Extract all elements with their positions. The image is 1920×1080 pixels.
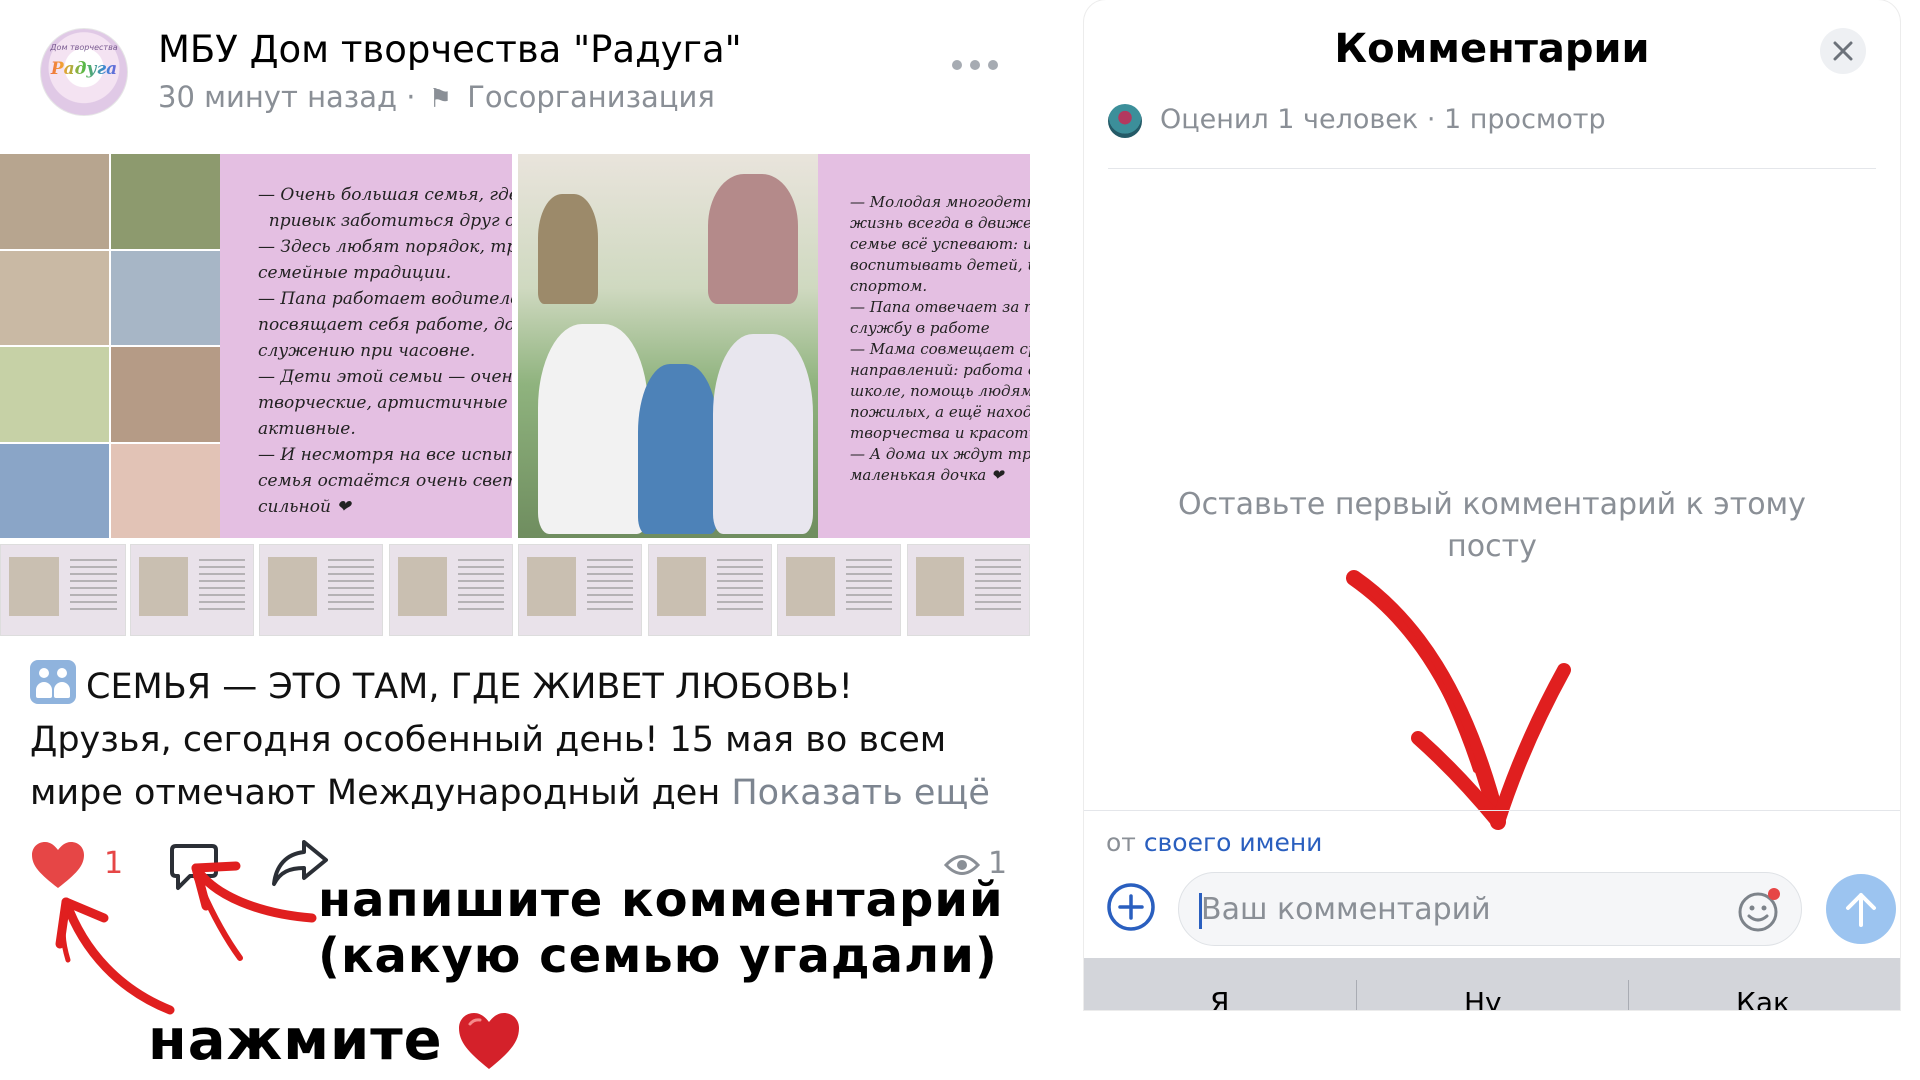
annotation-guess-family: (какую семью угадали) (318, 928, 998, 984)
sheet-title: Комментарии (1334, 26, 1650, 72)
post-time: 30 минут назад (158, 80, 398, 114)
post-photo-2[interactable]: — Молодая многодетная се жизнь всегда в … (518, 154, 1030, 538)
thumbnail[interactable] (389, 544, 513, 636)
heart-icon[interactable] (30, 840, 86, 890)
from-prefix: от (1106, 828, 1136, 857)
thumbnail-strip (0, 544, 1030, 636)
photo-text-panel: — Молодая многодетная се жизнь всегда в … (818, 154, 1030, 538)
close-button[interactable] (1820, 28, 1866, 74)
post-author[interactable]: МБУ Дом творчества "Радуга" (158, 28, 742, 71)
photo-1-text: — Очень большая семья, где ка привык заб… (258, 185, 512, 517)
more-icon[interactable] (952, 58, 998, 72)
thumbnail[interactable] (130, 544, 254, 636)
rated-count: Оценил 1 человек (1160, 104, 1419, 135)
close-icon (1833, 41, 1853, 61)
post-headline: СЕМЬЯ — ЭТО ТАМ, ГДЕ ЖИВЕТ ЛЮБОВЬ! (86, 667, 853, 707)
comment-as-link[interactable]: своего имени (1144, 828, 1323, 857)
arrow-up-icon (1846, 893, 1876, 927)
thumbnail[interactable] (907, 544, 1030, 636)
liker-avatar[interactable] (1108, 104, 1142, 138)
thumbnail[interactable] (259, 544, 383, 636)
keyboard-suggestion[interactable]: Я (1210, 986, 1229, 1010)
divider (1108, 168, 1876, 169)
post-text-line: СЕМЬЯ — ЭТО ТАМ, ГДЕ ЖИВЕТ ЛЮБОВЬ! (30, 660, 1010, 714)
keyboard-suggestions: Я Ну Как (1084, 958, 1900, 1010)
comment-as-label: от своего имени (1106, 828, 1322, 857)
post-meta: 30 минут назад · ⚑ Госорганизация (158, 80, 715, 114)
annotation-write-comment: напишите комментарий (318, 872, 1004, 928)
empty-comments-text: Оставьте первый комментарий к этому пост… (1178, 487, 1806, 564)
post-text-truncated: мире отмечают Международный ден (30, 773, 721, 813)
comment-input[interactable] (1178, 872, 1802, 946)
post-text: СЕМЬЯ — ЭТО ТАМ, ГДЕ ЖИВЕТ ЛЮБОВЬ! Друзь… (30, 660, 1010, 820)
views-count-text: 1 просмотр (1444, 104, 1606, 135)
post-text-line: Друзья, сегодня особенный день! 15 мая в… (30, 720, 947, 760)
flag-icon: ⚑ (428, 84, 453, 114)
thumbnail[interactable] (518, 544, 642, 636)
annotation-heart-icon (456, 1010, 522, 1072)
annotation-press: нажмите (148, 1008, 443, 1073)
avatar-logo-word: Радуга (41, 59, 127, 79)
family-icon (30, 660, 76, 704)
community-avatar[interactable]: Дом творчества Радуга (40, 28, 128, 116)
show-more-link[interactable]: Показать ещё (731, 773, 990, 813)
suggestion-separator (1628, 980, 1629, 1010)
thumbnail[interactable] (777, 544, 901, 636)
suggestion-separator (1356, 980, 1357, 1010)
thumbnail[interactable] (648, 544, 772, 636)
plus-circle-icon[interactable] (1106, 882, 1156, 932)
photo-2-text: — Молодая многодетная се жизнь всегда в … (850, 193, 1030, 484)
photo-collage (0, 154, 220, 538)
org-type: Госорганизация (467, 80, 715, 114)
photo-drawing (518, 154, 818, 538)
keyboard-suggestion[interactable]: Как (1736, 986, 1790, 1010)
like-count: 1 (104, 846, 124, 881)
post-text-line: мире отмечают Международный ден Показать… (30, 767, 1010, 820)
post-card: Дом творчества Радуга МБУ Дом творчества… (0, 0, 1030, 1080)
send-button[interactable] (1826, 874, 1896, 944)
meta-separator: · (406, 80, 416, 114)
rated-separator: · (1426, 104, 1436, 135)
keyboard-suggestion[interactable]: Ну (1464, 986, 1502, 1010)
emoji-icon[interactable] (1736, 886, 1784, 934)
post-photo-1[interactable]: — Очень большая семья, где ка привык заб… (0, 154, 512, 538)
text-cursor (1199, 893, 1202, 929)
photo-text-panel: — Очень большая семья, где ка привык заб… (220, 154, 512, 538)
annotation-arrow (1346, 570, 1571, 830)
comments-sheet: Комментарии Оценил 1 человек · 1 просмот… (1084, 0, 1900, 1010)
avatar-logo-top: Дом творчества (50, 43, 118, 52)
thumbnail[interactable] (0, 544, 126, 636)
comment-icon[interactable] (168, 842, 220, 892)
rated-info[interactable]: Оценил 1 человек · 1 просмотр (1160, 104, 1606, 135)
divider (1084, 810, 1900, 811)
